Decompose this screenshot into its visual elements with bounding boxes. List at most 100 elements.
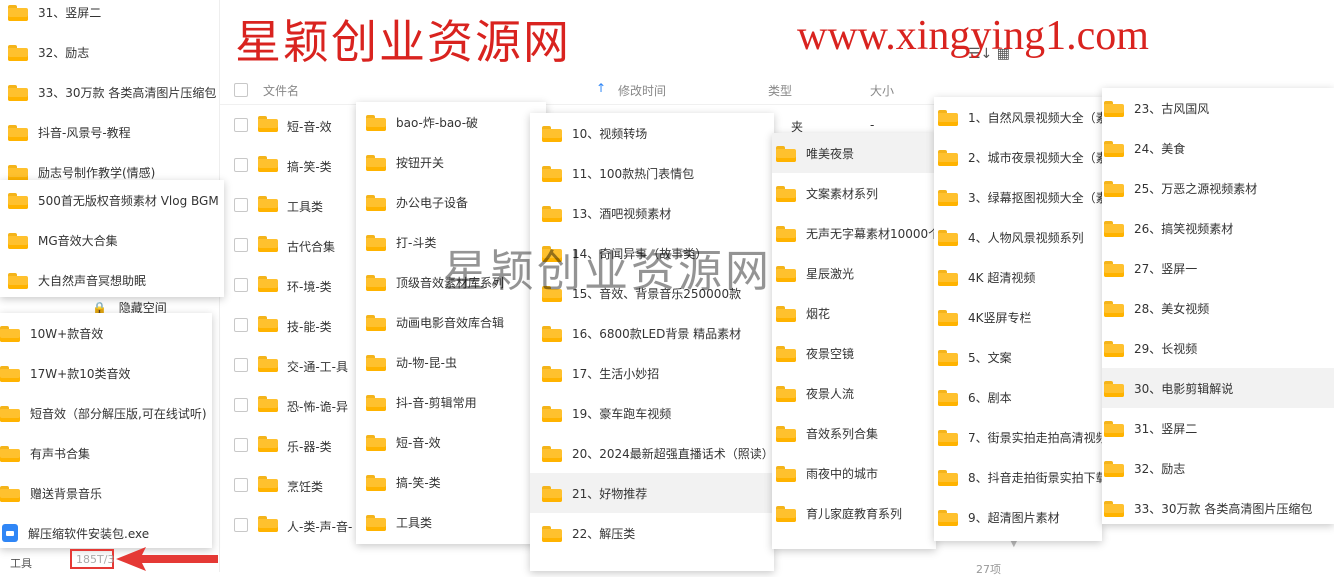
right-folder-item-label: 33、30万款 各类高清图片压缩包 xyxy=(1134,501,1313,516)
folder-icon xyxy=(8,4,28,21)
sound-folder-item[interactable]: bao-炸-bao-破 xyxy=(356,102,546,142)
video-folder-item[interactable]: 22、解压类 xyxy=(530,513,774,553)
right-folder-item[interactable]: 30、电影剪辑解说 xyxy=(1102,368,1334,408)
night-folder-item[interactable]: 夜景人流 xyxy=(772,373,936,413)
sort-arrow-icon[interactable]: ↑ xyxy=(596,81,606,95)
video-folder-item[interactable]: 19、豪车跑车视频 xyxy=(530,393,774,433)
scenery-folder-item[interactable]: 1、自然风景视频大全（素 xyxy=(934,97,1102,137)
night-folder-item[interactable]: 音效系列合集 xyxy=(772,413,936,453)
header-type[interactable]: 类型 xyxy=(768,82,792,99)
sidebar-item[interactable]: 32、励志 xyxy=(0,32,220,72)
scenery-folder-item[interactable]: 5、文案 xyxy=(934,337,1102,377)
right-folder-item[interactable]: 29、长视频 xyxy=(1102,328,1334,368)
row-checkbox[interactable] xyxy=(234,118,248,132)
video-folder-item[interactable]: 20、2024最新超强直播话术（照读） xyxy=(530,433,774,473)
sound-folder-item[interactable]: 按钮开关 xyxy=(356,142,546,182)
folder-icon xyxy=(0,365,20,382)
header-size[interactable]: 大小 xyxy=(870,82,894,99)
night-folder-item[interactable]: 唯美夜景 xyxy=(772,133,936,173)
video-folder-item[interactable]: 11、100款热门表情包 xyxy=(530,153,774,193)
bottom-left-item[interactable]: 有声书合集 xyxy=(0,433,212,473)
video-folder-item[interactable]: 17、生活小妙招 xyxy=(530,353,774,393)
night-folder-item[interactable]: 无声无字幕素材10000个 xyxy=(772,213,936,253)
row-name: 短-音-效 xyxy=(287,120,332,134)
video-folder-item[interactable]: 10、视频转场 xyxy=(530,113,774,153)
video-folder-item-label: 22、解压类 xyxy=(572,526,636,541)
video-folder-item-label: 20、2024最新超强直播话术（照读） xyxy=(572,446,774,461)
audio-folder-item-label: 大自然声音冥想助眠 xyxy=(38,273,147,288)
sound-folder-item[interactable]: 工具类 xyxy=(356,502,546,542)
row-checkbox[interactable] xyxy=(234,438,248,452)
right-folder-item[interactable]: 25、万恶之源视频素材 xyxy=(1102,168,1334,208)
night-folder-item[interactable]: 烟花 xyxy=(772,293,936,333)
bottom-left-item[interactable]: 赠送背景音乐 xyxy=(0,473,212,513)
right-folder-item[interactable]: 33、30万款 各类高清图片压缩包 xyxy=(1102,488,1334,524)
scenery-folder-item[interactable]: 3、绿幕抠图视频大全（素 xyxy=(934,177,1102,217)
scenery-folder-item[interactable]: 4K竖屏专栏 xyxy=(934,297,1102,337)
audio-folder-item[interactable]: MG音效大合集 xyxy=(0,220,224,260)
sidebar-item[interactable]: 抖音-风景号-教程 xyxy=(0,112,220,152)
right-folder-item[interactable]: 28、美女视频 xyxy=(1102,288,1334,328)
scenery-folder-item[interactable]: 4K 超清视频 xyxy=(934,257,1102,297)
tools-label[interactable]: 工具 xyxy=(10,555,32,571)
bottom-left-item[interactable]: 17W+款10类音效 xyxy=(0,353,212,393)
night-folder-item[interactable]: 星辰激光 xyxy=(772,253,936,293)
bottom-left-item[interactable]: 10W+款音效 xyxy=(0,313,212,353)
sound-folder-item-label: 动-物-昆-虫 xyxy=(396,355,457,370)
bottom-left-item[interactable]: 短音效（部分解压版,可在线试听) xyxy=(0,393,212,433)
sidebar-item-label: 抖音-风景号-教程 xyxy=(38,125,131,140)
folder-icon xyxy=(776,305,796,322)
sidebar-item[interactable]: 33、30万款 各类高清图片压缩包 xyxy=(0,72,220,112)
scenery-folder-item[interactable]: 4、人物风景视频系列 xyxy=(934,217,1102,257)
right-folder-item[interactable]: 32、励志 xyxy=(1102,448,1334,488)
video-folder-item[interactable]: 21、好物推荐 xyxy=(530,473,774,513)
sound-folder-item[interactable]: 动画电影音效库合辑 xyxy=(356,302,546,342)
audio-folder-item[interactable]: 大自然声音冥想助眠 xyxy=(0,260,224,297)
scenery-folder-item[interactable]: 7、街景实拍走拍高清视频 xyxy=(934,417,1102,457)
night-folder-item[interactable]: 夜景空镜 xyxy=(772,333,936,373)
row-checkbox[interactable] xyxy=(234,478,248,492)
select-all-checkbox[interactable] xyxy=(234,83,248,97)
bottom-left-item[interactable]: 解压缩软件安装包.exe xyxy=(0,513,212,548)
right-folder-item[interactable]: 26、搞笑视频素材 xyxy=(1102,208,1334,248)
row-checkbox[interactable] xyxy=(234,318,248,332)
right-folder-item[interactable]: 27、竖屏一 xyxy=(1102,248,1334,288)
right-folder-item[interactable]: 24、美食 xyxy=(1102,128,1334,168)
sidebar-item[interactable]: 31、竖屏二 xyxy=(0,0,220,32)
night-folder-item[interactable]: 文案素材系列 xyxy=(772,173,936,213)
video-folder-item[interactable]: 16、6800款LED背景 精品素材 xyxy=(530,313,774,353)
scenery-folder-item-label: 4、人物风景视频系列 xyxy=(968,230,1084,245)
sound-folder-item[interactable]: 动-物-昆-虫 xyxy=(356,342,546,382)
right-folder-item-label: 24、美食 xyxy=(1134,141,1186,156)
right-folder-item[interactable]: 23、古风国风 xyxy=(1102,88,1334,128)
header-name[interactable]: 文件名 xyxy=(263,82,299,99)
sound-folder-item[interactable]: 办公电子设备 xyxy=(356,182,546,222)
sound-folder-item[interactable]: 短-音-效 xyxy=(356,422,546,462)
header-modified[interactable]: 修改时间 xyxy=(618,82,666,99)
row-checkbox[interactable] xyxy=(234,278,248,292)
row-checkbox[interactable] xyxy=(234,238,248,252)
sound-folder-item[interactable]: 搞-笑-类 xyxy=(356,462,546,502)
row-checkbox[interactable] xyxy=(234,398,248,412)
folder-icon xyxy=(366,474,386,491)
row-checkbox[interactable] xyxy=(234,158,248,172)
right-folder-item-label: 29、长视频 xyxy=(1134,341,1198,356)
scenery-folder-item-label: 4K 超清视频 xyxy=(968,270,1036,285)
right-folder-item[interactable]: 31、竖屏二 xyxy=(1102,408,1334,448)
folder-icon xyxy=(366,434,386,451)
bottom-left-item-label: 短音效（部分解压版,可在线试听) xyxy=(30,406,207,421)
scenery-folder-item[interactable]: 2、城市夜景视频大全（素 xyxy=(934,137,1102,177)
night-folder-item[interactable]: 育儿家庭教育系列 xyxy=(772,493,936,533)
scenery-folder-item-label: 8、抖音走拍街景实拍下载 xyxy=(968,470,1102,485)
scenery-folder-item[interactable]: 8、抖音走拍街景实拍下载 xyxy=(934,457,1102,497)
row-checkbox[interactable] xyxy=(234,518,248,532)
row-name: 烹饪类 xyxy=(287,480,324,494)
scenery-folder-item[interactable]: 9、超清图片素材 xyxy=(934,497,1102,537)
video-folder-item[interactable]: 13、酒吧视频素材 xyxy=(530,193,774,233)
row-checkbox[interactable] xyxy=(234,198,248,212)
night-folder-item[interactable]: 雨夜中的城市 xyxy=(772,453,936,493)
scenery-folder-item[interactable]: 6、剧本 xyxy=(934,377,1102,417)
row-checkbox[interactable] xyxy=(234,358,248,372)
audio-folder-item[interactable]: 500首无版权音频素材 Vlog BGM xyxy=(0,180,224,220)
sound-folder-item[interactable]: 抖-音-剪辑常用 xyxy=(356,382,546,422)
